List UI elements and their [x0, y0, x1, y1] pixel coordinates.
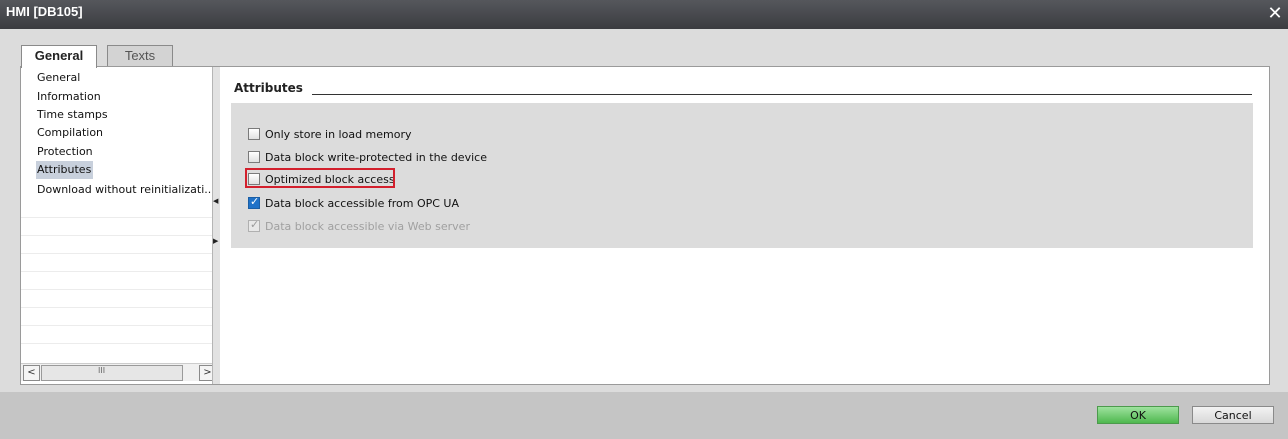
option-label: Data block write-protected in the device — [265, 150, 487, 164]
nav-row-divider — [21, 343, 212, 344]
title-bar[interactable]: HMI [DB105] ✕ — [0, 0, 1288, 29]
checkbox-checked[interactable] — [248, 195, 260, 209]
section-divider — [312, 94, 1252, 95]
nav-horizontal-scrollbar[interactable]: < III > — [21, 363, 217, 381]
close-icon[interactable]: ✕ — [1264, 3, 1286, 25]
nav-row-divider — [21, 253, 212, 254]
checkbox[interactable] — [248, 151, 260, 163]
nav-item-time-stamps[interactable]: Time stamps — [21, 106, 212, 124]
collapse-left-icon[interactable]: ◀ — [213, 197, 219, 206]
nav-item-information[interactable]: Information — [21, 88, 212, 106]
option-accessible-via-web-server: Data block accessible via Web server — [248, 217, 470, 235]
option-write-protected[interactable]: Data block write-protected in the device — [248, 148, 487, 166]
nav-row-divider — [21, 217, 212, 218]
expand-right-icon[interactable]: ▶ — [213, 237, 219, 246]
scrollbar-grip: III — [98, 366, 106, 375]
ok-button[interactable]: OK — [1097, 406, 1179, 424]
option-label: Data block accessible from OPC UA — [265, 196, 460, 210]
option-label: Data block accessible via Web server — [265, 219, 470, 233]
attributes-panel: Only store in load memory Data block wri… — [231, 103, 1253, 248]
checkbox[interactable] — [248, 173, 260, 185]
option-label: Only store in load memory — [265, 127, 412, 141]
option-label: Optimized block access — [265, 172, 395, 186]
nav-item-general[interactable]: General — [21, 69, 212, 87]
checkbox[interactable] — [248, 128, 260, 140]
option-accessible-from-opc-ua[interactable]: Data block accessible from OPC UA — [248, 194, 459, 212]
content-frame: General Information Time stamps Compilat… — [20, 66, 1270, 385]
nav-row-divider — [21, 289, 212, 290]
scrollbar-thumb[interactable]: III — [41, 365, 183, 381]
tab-general[interactable]: General — [21, 45, 97, 68]
window-title: HMI [DB105] — [6, 4, 83, 19]
properties-dialog: HMI [DB105] ✕ General Texts General Info… — [0, 0, 1288, 439]
option-only-store-in-load-memory[interactable]: Only store in load memory — [248, 125, 412, 143]
option-optimized-block-access[interactable]: Optimized block access — [248, 170, 395, 188]
section-title: Attributes — [234, 81, 303, 95]
nav-item-download-without-reinitialization[interactable]: Download without reinitializati... — [21, 181, 212, 199]
nav-row-divider — [21, 235, 212, 236]
nav-row-divider — [21, 271, 212, 272]
attributes-pane: Attributes Only store in load memory Dat… — [220, 67, 1269, 384]
scroll-left-icon[interactable]: < — [23, 365, 40, 381]
nav-item-compilation[interactable]: Compilation — [21, 124, 212, 142]
nav-row-divider — [21, 325, 212, 326]
nav-item-protection[interactable]: Protection — [21, 143, 212, 161]
cancel-button[interactable]: Cancel — [1192, 406, 1274, 424]
dialog-footer: OK Cancel — [0, 392, 1288, 439]
checkbox-disabled — [248, 218, 260, 232]
nav-row-divider — [21, 307, 212, 308]
nav-item-attributes[interactable]: Attributes — [36, 161, 94, 179]
navigation-tree: General Information Time stamps Compilat… — [21, 67, 217, 384]
tab-texts[interactable]: Texts — [107, 45, 173, 66]
